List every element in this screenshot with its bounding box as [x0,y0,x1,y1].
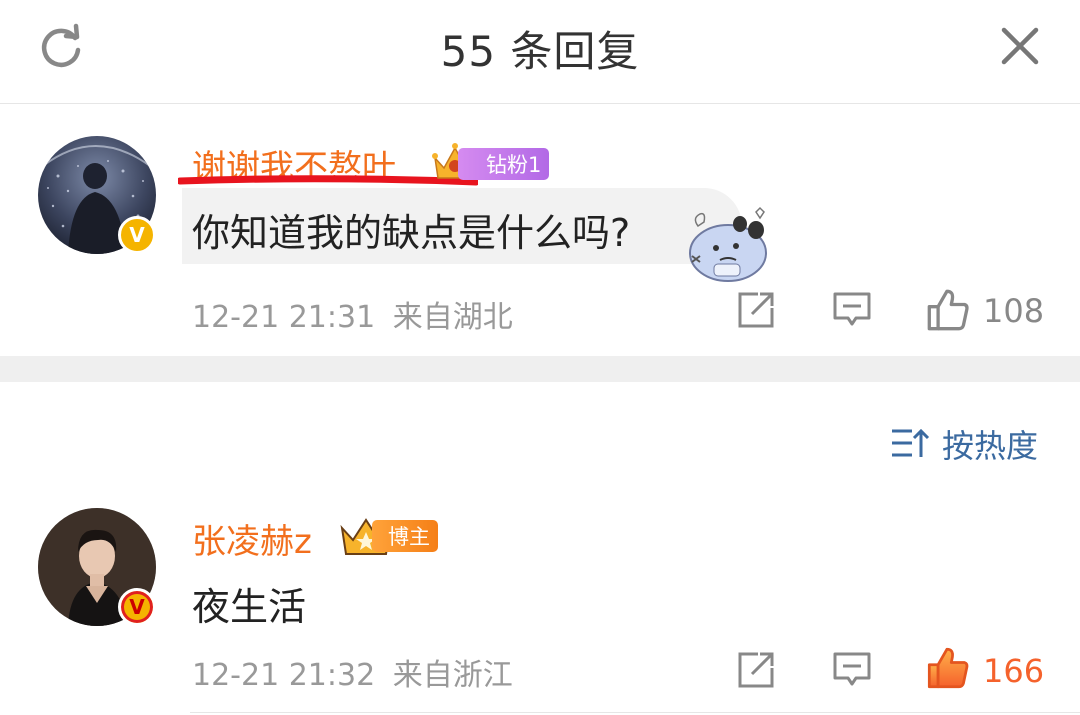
blogger-badge: 博主 [372,520,438,552]
share-icon[interactable] [736,650,776,690]
location: 来自浙江 [392,658,513,693]
timestamp: 12-21 21:31 [192,300,376,335]
sort-icon [892,428,930,457]
like-count: 166 [983,652,1045,690]
reply-text: 夜生活 [192,585,307,629]
header-bar: 55 条回复 [0,0,1080,104]
like-icon-active[interactable] [926,646,970,690]
main-comment: V 谢谢我不熬叶 钻粉1 你知道我的缺点是什么吗? 12-21 21:31 来自… [0,104,1080,356]
comment-icon[interactable] [832,290,872,330]
blogger-label: 博主 [388,525,430,549]
like-count: 108 [983,292,1045,330]
fan-level-badge: 钻粉1 [458,148,550,180]
timestamp: 12-21 21:32 [192,658,376,693]
fan-level-label: 钻粉1 [486,153,542,177]
like-icon[interactable] [926,288,970,332]
comment-text: 你知道我的缺点是什么吗? [192,211,631,255]
reply-meta: 12-21 21:32 来自浙江 [192,650,513,694]
page-title: 55 条回复 [440,27,640,76]
reply-comment: V 张凌赫z 博主 夜生活 12-21 21:32 来自浙江 166 [0,480,1080,715]
close-icon[interactable] [996,22,1044,70]
share-icon[interactable] [736,290,776,330]
comment-icon[interactable] [832,650,872,690]
section-divider [0,356,1080,382]
verified-badge-icon: V [118,216,156,254]
verified-badge-icon: V [118,588,156,626]
sort-toggle[interactable]: 按热度 [890,422,1038,466]
username[interactable]: 张凌赫z [192,514,312,563]
comment-meta: 12-21 21:31 来自湖北 [192,292,513,336]
bottom-divider [190,712,1080,713]
sticker-image [689,206,767,282]
location: 来自湖北 [392,300,513,335]
sort-label: 按热度 [942,427,1039,465]
